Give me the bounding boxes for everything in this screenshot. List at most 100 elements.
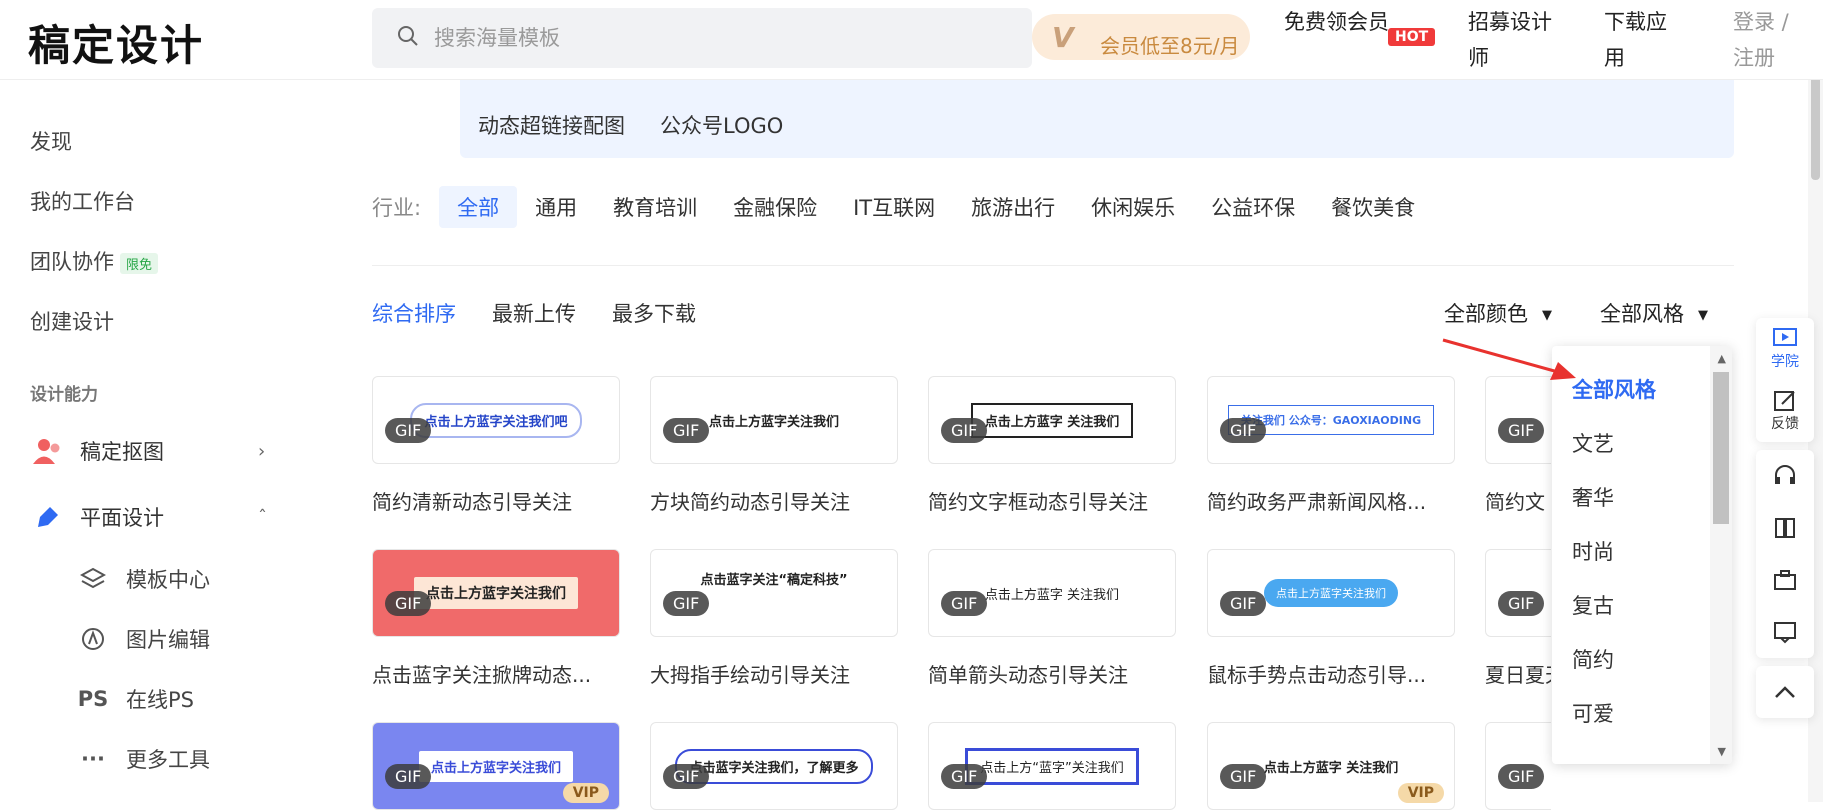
template-card[interactable]: 点击上方蓝字关注我们 GIF VIP bbox=[372, 722, 620, 810]
message-button[interactable] bbox=[1756, 606, 1814, 658]
free-tag: 限免 bbox=[120, 252, 159, 274]
style-option[interactable]: 文艺 bbox=[1572, 428, 1614, 458]
subtool-template-center[interactable]: 模板中心 bbox=[78, 564, 210, 594]
industry-option[interactable]: 通用 bbox=[535, 192, 577, 222]
style-option[interactable]: 可爱 bbox=[1572, 698, 1614, 728]
template-title[interactable]: 简约清新动态引导关注 bbox=[372, 486, 620, 515]
dropdown-scroll-thumb[interactable] bbox=[1713, 372, 1729, 524]
template-title[interactable]: 点击蓝字关注掀牌动态... bbox=[372, 659, 620, 688]
industry-option[interactable]: 公益环保 bbox=[1211, 192, 1295, 222]
sidebar-item-workspace[interactable]: 我的工作台 bbox=[30, 186, 135, 216]
template-title[interactable]: 简约文字框动态引导关注 bbox=[928, 486, 1176, 515]
feedback-button[interactable]: 反馈 bbox=[1756, 380, 1814, 442]
template-thumbnail[interactable]: 点击上方蓝字关注我们吧 GIF bbox=[372, 376, 620, 464]
search-input[interactable] bbox=[434, 26, 954, 50]
briefcase-button[interactable] bbox=[1756, 554, 1814, 606]
support-button[interactable] bbox=[1756, 450, 1814, 502]
industry-option[interactable]: 教育培训 bbox=[613, 192, 697, 222]
sort-newest[interactable]: 最新上传 bbox=[492, 298, 576, 328]
template-card[interactable]: GIF bbox=[1485, 722, 1551, 810]
logo[interactable]: 稿定设计 bbox=[28, 12, 204, 73]
book-button[interactable] bbox=[1756, 502, 1814, 554]
tag-official-logo[interactable]: 公众号LOGO bbox=[660, 110, 783, 140]
template-card[interactable]: 点击上方蓝字 关注我们 GIF VIP bbox=[1207, 722, 1455, 810]
template-thumbnail[interactable]: GIF bbox=[1485, 549, 1551, 637]
vip-promo-button[interactable]: V 会员低至8元/月 bbox=[1032, 14, 1250, 60]
sidebar-item-create[interactable]: 创建设计 bbox=[30, 306, 114, 336]
subtool-more-tools[interactable]: ··· 更多工具 bbox=[78, 744, 210, 774]
template-thumbnail[interactable]: 点击上方蓝字关注我们 GIF bbox=[372, 549, 620, 637]
scroll-down-icon[interactable]: ▼ bbox=[1718, 745, 1726, 758]
sidebar-item-discover[interactable]: 发现 bbox=[30, 126, 72, 156]
template-card[interactable]: 点击上方蓝字关注我们 GIF 鼠标手势点击动态引导... bbox=[1207, 549, 1455, 688]
template-thumbnail[interactable]: 点击上方蓝字 关注我们 GIF VIP bbox=[1207, 722, 1455, 810]
vip-promo-text: 会员低至8元/月 bbox=[1100, 34, 1240, 58]
style-option[interactable]: 简约 bbox=[1572, 644, 1614, 674]
template-card[interactable]: GIF 夏日夏天 bbox=[1485, 549, 1551, 688]
template-thumbnail[interactable]: 点击蓝字关注我们，了解更多 GIF bbox=[650, 722, 898, 810]
template-thumbnail[interactable]: 点击上方蓝字 关注我们 GIF bbox=[928, 376, 1176, 464]
template-thumbnail[interactable]: 点击上方蓝字关注我们 GIF bbox=[1207, 549, 1455, 637]
sort-comprehensive[interactable]: 综合排序 bbox=[372, 298, 456, 328]
back-to-top-button[interactable] bbox=[1756, 666, 1814, 718]
industry-option[interactable]: 旅游出行 bbox=[971, 192, 1055, 222]
template-card[interactable]: 点击上方“蓝字”关注我们 GIF bbox=[928, 722, 1176, 810]
style-option[interactable]: 时尚 bbox=[1572, 536, 1614, 566]
template-title[interactable]: 简约政务严肃新闻风格... bbox=[1207, 486, 1455, 515]
template-card[interactable]: 点击上方蓝字 关注我们 GIF 简单箭头动态引导关注 bbox=[928, 549, 1176, 688]
sidebar-item-team[interactable]: 团队协作 限免 bbox=[30, 246, 159, 276]
template-thumbnail[interactable]: 点击上方蓝字关注我们 GIF VIP bbox=[372, 722, 620, 810]
template-title[interactable]: 简单箭头动态引导关注 bbox=[928, 659, 1176, 688]
subtool-online-ps[interactable]: PS 在线PS bbox=[78, 684, 194, 714]
tag-dynamic-link[interactable]: 动态超链接配图 bbox=[478, 110, 625, 140]
template-card[interactable]: 点击上方蓝字 关注我们 GIF 简约文字框动态引导关注 bbox=[928, 376, 1176, 515]
industry-option[interactable]: 餐饮美食 bbox=[1331, 192, 1415, 222]
login-register-link[interactable]: 登录 / 注册 bbox=[1733, 4, 1803, 76]
search-icon[interactable] bbox=[396, 24, 420, 52]
tool-graphic-design[interactable]: 平面设计 ˆ bbox=[30, 502, 267, 532]
gif-badge: GIF bbox=[663, 418, 710, 443]
template-title[interactable]: 夏日夏天 bbox=[1485, 659, 1551, 688]
template-thumbnail[interactable]: GIF bbox=[1485, 722, 1551, 810]
template-card[interactable]: 点击上方蓝字关注我们 GIF 方块简约动态引导关注 bbox=[650, 376, 898, 515]
thumb-text: 点击蓝字关注“稿定科技” bbox=[700, 572, 848, 588]
style-option[interactable]: 奢华 bbox=[1572, 482, 1614, 512]
style-filter-label: 全部风格 bbox=[1600, 302, 1684, 326]
template-title[interactable]: 简约文 bbox=[1485, 486, 1551, 515]
template-card[interactable]: 点击蓝字关注“稿定科技” GIF 大拇指手绘动引导关注 bbox=[650, 549, 898, 688]
color-filter[interactable]: 全部颜色 ▼ bbox=[1444, 298, 1552, 328]
style-option-all[interactable]: 全部风格 bbox=[1572, 374, 1656, 404]
dropdown-scrollbar[interactable]: ▲ ▼ bbox=[1710, 346, 1732, 764]
template-card[interactable]: 点击上方蓝字关注我们 GIF 点击蓝字关注掀牌动态... bbox=[372, 549, 620, 688]
industry-option[interactable]: IT互联网 bbox=[853, 192, 935, 222]
template-card[interactable]: 点击上方蓝字关注我们吧 GIF 简约清新动态引导关注 bbox=[372, 376, 620, 515]
template-thumbnail[interactable]: 点击上方蓝字 关注我们 GIF bbox=[928, 549, 1176, 637]
tool-cutout[interactable]: 稿定抠图 › bbox=[30, 436, 265, 466]
academy-button[interactable]: 学院 bbox=[1756, 318, 1814, 380]
person-cutout-icon bbox=[30, 436, 66, 466]
style-filter[interactable]: 全部风格 ▼ bbox=[1600, 298, 1708, 328]
industry-option[interactable]: 金融保险 bbox=[733, 192, 817, 222]
template-title[interactable]: 鼠标手势点击动态引导... bbox=[1207, 659, 1455, 688]
template-thumbnail[interactable]: 点击上方“蓝字”关注我们 GIF bbox=[928, 722, 1176, 810]
template-title[interactable]: 大拇指手绘动引导关注 bbox=[650, 659, 898, 688]
gif-badge: GIF bbox=[941, 591, 988, 616]
industry-option[interactable]: 休闲娱乐 bbox=[1091, 192, 1175, 222]
template-card[interactable]: 关注我们 公众号：GAOXIAODING GIF 简约政务严肃新闻风格... bbox=[1207, 376, 1455, 515]
template-thumbnail[interactable]: 关注我们 公众号：GAOXIAODING GIF bbox=[1207, 376, 1455, 464]
style-option[interactable]: 复古 bbox=[1572, 590, 1614, 620]
nav-download-app[interactable]: 下载应用 bbox=[1604, 4, 1674, 76]
template-card[interactable]: GIF 简约文 bbox=[1485, 376, 1551, 515]
template-thumbnail[interactable]: 点击上方蓝字关注我们 GIF bbox=[650, 376, 898, 464]
subtool-template-center-label: 模板中心 bbox=[126, 568, 210, 592]
scroll-up-icon[interactable]: ▲ bbox=[1718, 352, 1726, 365]
search-bar[interactable] bbox=[372, 8, 1032, 68]
sort-most-downloads[interactable]: 最多下载 bbox=[612, 298, 696, 328]
nav-recruit-designer[interactable]: 招募设计师 bbox=[1468, 4, 1560, 76]
nav-free-vip[interactable]: 免费领会员 bbox=[1284, 4, 1394, 40]
template-card[interactable]: 点击蓝字关注我们，了解更多 GIF bbox=[650, 722, 898, 810]
template-title[interactable]: 方块简约动态引导关注 bbox=[650, 486, 898, 515]
template-thumbnail[interactable]: 点击蓝字关注“稿定科技” GIF bbox=[650, 549, 898, 637]
subtool-image-edit[interactable]: 图片编辑 bbox=[78, 624, 210, 654]
industry-option-all[interactable]: 全部 bbox=[439, 186, 518, 228]
